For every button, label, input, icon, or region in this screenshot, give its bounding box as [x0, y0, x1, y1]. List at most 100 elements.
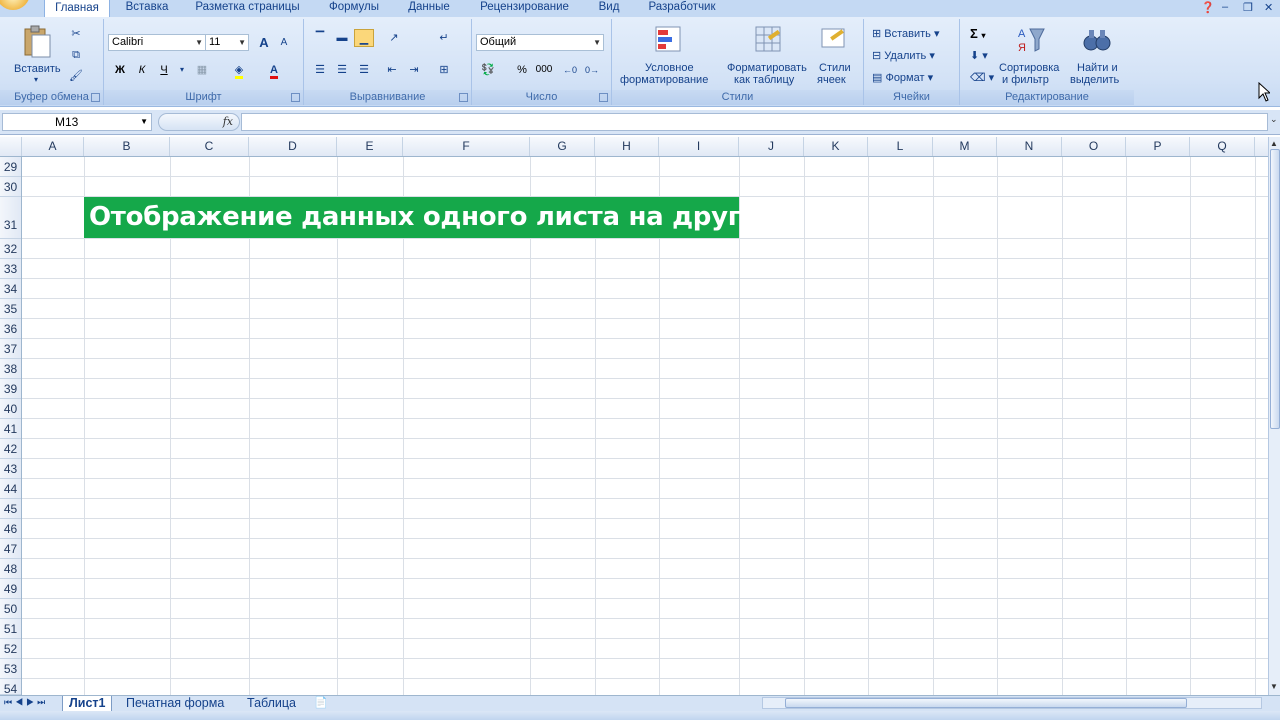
cell-styles-label-1[interactable]: Стили: [819, 62, 851, 74]
tab-review[interactable]: Рецензирование: [472, 0, 577, 16]
name-box[interactable]: M13 ▼: [2, 113, 152, 131]
grow-font-button[interactable]: A: [254, 34, 274, 52]
column-header[interactable]: N: [997, 137, 1062, 156]
find-select-label-1[interactable]: Найти и: [1077, 62, 1118, 74]
row-header[interactable]: 34: [0, 279, 21, 299]
row-header[interactable]: 41: [0, 419, 21, 439]
row-header[interactable]: 36: [0, 319, 21, 339]
row-header[interactable]: 44: [0, 479, 21, 499]
row-header[interactable]: 39: [0, 379, 21, 399]
column-header[interactable]: K: [804, 137, 868, 156]
find-select-icon[interactable]: [1082, 25, 1112, 55]
wrap-text-icon[interactable]: ↵: [434, 29, 454, 47]
column-header[interactable]: E: [337, 137, 403, 156]
clipboard-launcher-icon[interactable]: [91, 93, 100, 102]
sheet-tab-1[interactable]: Лист1: [62, 696, 113, 712]
paste-icon[interactable]: [22, 25, 52, 58]
restore-icon[interactable]: ❐: [1243, 1, 1253, 14]
column-header[interactable]: D: [249, 137, 337, 156]
font-name-combo[interactable]: Calibri ▼: [108, 34, 206, 51]
close-icon[interactable]: ✕: [1264, 1, 1273, 14]
format-cells-button[interactable]: ▤ Формат ▾: [872, 71, 933, 84]
title-banner-cell[interactable]: Отображение данных одного листа на друго…: [84, 197, 780, 238]
row-header[interactable]: 43: [0, 459, 21, 479]
column-header[interactable]: O: [1062, 137, 1126, 156]
cell-styles-icon[interactable]: [820, 25, 850, 55]
insert-cells-button[interactable]: ⊞ Вставить ▾: [872, 27, 940, 40]
conditional-formatting-label-1[interactable]: Условное: [645, 62, 694, 74]
sheet-tab-2[interactable]: Печатная форма: [120, 696, 230, 711]
vertical-scroll-thumb[interactable]: [1270, 149, 1280, 429]
align-center-icon[interactable]: ☰: [332, 61, 352, 79]
fill-icon[interactable]: ⬇ ▾: [970, 49, 988, 62]
tab-home[interactable]: Главная: [44, 0, 110, 18]
italic-button[interactable]: К: [132, 61, 152, 79]
horizontal-scroll-thumb[interactable]: [785, 698, 1187, 708]
find-select-label-2[interactable]: выделить: [1070, 74, 1119, 86]
formula-input[interactable]: [241, 113, 1268, 131]
column-header[interactable]: J: [739, 137, 804, 156]
row-header[interactable]: 50: [0, 599, 21, 619]
row-header[interactable]: 31: [0, 197, 21, 239]
column-header[interactable]: G: [530, 137, 595, 156]
row-header[interactable]: 46: [0, 519, 21, 539]
column-header[interactable]: F: [403, 137, 530, 156]
tab-developer[interactable]: Разработчик: [640, 0, 724, 16]
scroll-down-icon[interactable]: ▼: [1270, 682, 1278, 691]
row-header[interactable]: 45: [0, 499, 21, 519]
bold-button[interactable]: Ж: [110, 61, 130, 79]
increase-decimal-icon[interactable]: ←0: [560, 61, 580, 79]
row-header[interactable]: 53: [0, 659, 21, 679]
format-as-table-label-2[interactable]: как таблицу: [734, 74, 794, 86]
row-header[interactable]: 35: [0, 299, 21, 319]
row-header[interactable]: 40: [0, 399, 21, 419]
sort-filter-label-1[interactable]: Сортировка: [999, 62, 1059, 74]
name-box-dropdown-icon[interactable]: ▼: [140, 114, 148, 130]
sheet-tab-3[interactable]: Таблица: [241, 696, 302, 711]
conditional-formatting-label-2[interactable]: форматирование: [620, 74, 708, 86]
row-header[interactable]: 42: [0, 439, 21, 459]
row-header[interactable]: 38: [0, 359, 21, 379]
column-header[interactable]: L: [868, 137, 933, 156]
alignment-launcher-icon[interactable]: [459, 93, 468, 102]
tab-formulas[interactable]: Формулы: [322, 0, 386, 16]
copy-icon[interactable]: ⧉: [66, 46, 86, 64]
font-color-button[interactable]: A: [264, 61, 284, 79]
format-as-table-label-1[interactable]: Форматировать: [727, 62, 807, 74]
sheet-nav-icons[interactable]: ⏮◀▶⏭: [4, 697, 48, 708]
number-format-combo[interactable]: Общий ▼: [476, 34, 604, 51]
thousands-button[interactable]: 000: [534, 61, 554, 79]
row-header[interactable]: 29: [0, 157, 21, 177]
insert-function-button[interactable]: fx: [223, 115, 233, 128]
minimize-icon[interactable]: –: [1222, 1, 1228, 13]
row-header[interactable]: 49: [0, 579, 21, 599]
column-header[interactable]: C: [170, 137, 249, 156]
orientation-icon[interactable]: ↗: [384, 29, 404, 47]
align-top-icon[interactable]: ▔: [310, 29, 330, 47]
row-header[interactable]: 47: [0, 539, 21, 559]
align-bottom-icon[interactable]: ▁: [354, 29, 374, 47]
column-header[interactable]: I: [659, 137, 739, 156]
underline-dropdown-icon[interactable]: ▾: [172, 61, 192, 79]
row-header[interactable]: 33: [0, 259, 21, 279]
paste-button[interactable]: Вставить: [14, 63, 61, 75]
row-header[interactable]: 32: [0, 239, 21, 259]
align-right-icon[interactable]: ☰: [354, 61, 374, 79]
column-header[interactable]: P: [1126, 137, 1190, 156]
select-all-corner[interactable]: [0, 137, 22, 156]
scroll-up-icon[interactable]: ▲: [1270, 139, 1278, 148]
conditional-formatting-icon[interactable]: [654, 25, 684, 55]
cell-styles-label-2[interactable]: ячеек: [817, 74, 846, 86]
align-left-icon[interactable]: ☰: [310, 61, 330, 79]
autosum-button[interactable]: Σ ▾: [970, 26, 985, 41]
insert-sheet-icon[interactable]: 📄: [314, 696, 328, 709]
row-header[interactable]: 48: [0, 559, 21, 579]
help-icon[interactable]: ❓: [1201, 1, 1215, 14]
tab-view[interactable]: Вид: [591, 0, 627, 16]
column-header[interactable]: M: [933, 137, 997, 156]
row-header[interactable]: 37: [0, 339, 21, 359]
row-header[interactable]: 52: [0, 639, 21, 659]
column-header[interactable]: B: [84, 137, 170, 156]
underline-button[interactable]: Ч: [154, 61, 174, 79]
format-painter-icon[interactable]: 🖌: [66, 67, 86, 85]
